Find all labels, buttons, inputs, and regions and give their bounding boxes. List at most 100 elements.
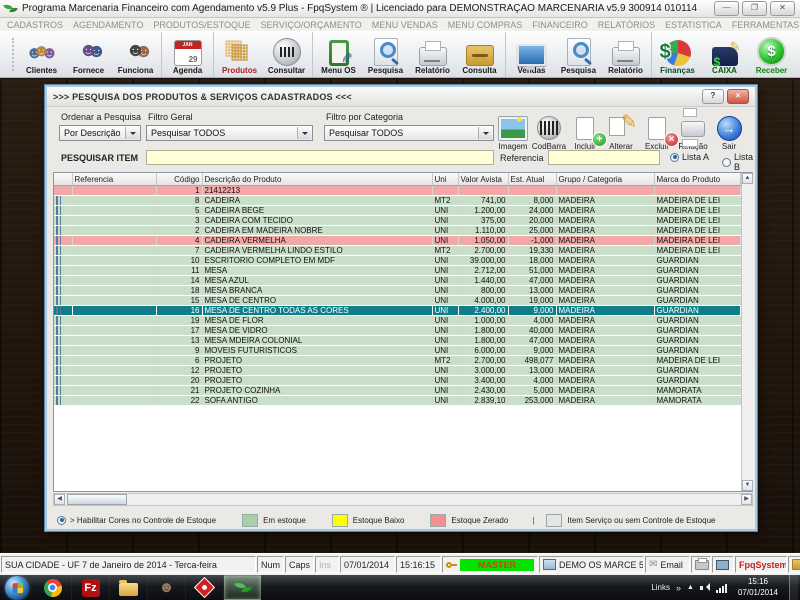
toolbar-relatorio-vendas-button[interactable]: Relatório (602, 33, 649, 76)
chevron-down-icon[interactable] (478, 127, 492, 139)
toolbar-consultar-button[interactable]: Consultar (263, 33, 310, 76)
minimize-window-button[interactable]: — (714, 1, 739, 16)
scrollbar-thumb[interactable] (67, 494, 127, 505)
toolbar-produtos-button[interactable]: Produtos (216, 33, 263, 76)
toolbar-relatorio-os-button[interactable]: Relatório (409, 33, 456, 76)
taskbar-user-app-button[interactable]: ☻ (148, 575, 186, 600)
column-header[interactable]: Grupo / Categoria (556, 173, 654, 186)
toolbar-pesquisa-vendas-button[interactable]: Pesquisa (555, 33, 602, 76)
table-row[interactable]: 13MESA MDEIRA COLONIALUNI1.800,0047,000M… (54, 336, 740, 346)
toolbar-caixa-button[interactable]: CAIXA (701, 33, 748, 76)
table-row[interactable]: 9MOVEIS FUTURISTICOSUNI6.000,009,000MADE… (54, 346, 740, 356)
table-row[interactable]: 10ESCRITORIO COMPLETO EM MDFUNI39.000,00… (54, 256, 740, 266)
menu-relat-rios[interactable]: RELATÓRIOS (593, 20, 660, 30)
table-row[interactable]: 12PROJETOUNI3.000,0013,000MADEIRAGUARDIA… (54, 366, 740, 376)
menu-menu-vendas[interactable]: MENU VENDAS (367, 20, 443, 30)
table-row[interactable]: 18MESA BRANCAUNI800,0013,000MADEIRAGUARD… (54, 286, 740, 296)
search-item-input[interactable] (146, 150, 494, 165)
general-filter-combobox[interactable]: Pesquisar TODOS (146, 125, 313, 141)
toolbar-funciona-button[interactable]: Funciona (112, 33, 159, 76)
toolbar-a-pagar-button[interactable]: A Pagar (795, 33, 800, 76)
show-desktop-button[interactable] (789, 575, 798, 600)
start-button[interactable] (5, 576, 29, 600)
column-header[interactable]: Valor Avista (458, 173, 508, 186)
table-row[interactable]: 17MESA DE VIDROUNI1.800,0040,000MADEIRAG… (54, 326, 740, 336)
scroll-left-icon[interactable]: ◀ (54, 494, 65, 505)
network-signal-icon[interactable] (716, 583, 727, 593)
table-row[interactable]: 2CADEIRA EM MADEIRA NOBREUNI1.110,0025,0… (54, 226, 740, 236)
imagem-button[interactable]: Imagem (495, 109, 531, 151)
toolbar-financas-button[interactable]: Finanças (654, 33, 701, 76)
horizontal-scrollbar[interactable]: ◀ ▶ (53, 493, 753, 506)
menu-estatistica[interactable]: ESTATISTICA (660, 20, 727, 30)
table-row[interactable]: 14MESA AZULUNI1.440,0047,000MADEIRAGUARD… (54, 276, 740, 286)
table-row[interactable]: 7CADEIRA VERMELHA LINDO ESTILOMT22.700,0… (54, 246, 740, 256)
dialog-close-button[interactable]: × (727, 89, 749, 104)
toolbar-menu-os-button[interactable]: Menu OS (315, 33, 362, 76)
sair-button[interactable]: Sair (711, 109, 747, 151)
column-header[interactable]: Est. Atual (508, 173, 556, 186)
menu-agendamento[interactable]: AGENDAMENTO (68, 20, 148, 30)
toolbar-consulta-os-button[interactable]: Consulta (456, 33, 503, 76)
toolbar-clientes-button[interactable]: Clientes (18, 33, 65, 76)
close-window-button[interactable]: ✕ (770, 1, 795, 16)
table-row[interactable]: 19MESA DE FLORUNI1.000,004,000MADEIRAGUA… (54, 316, 740, 326)
restore-window-button[interactable]: ❐ (742, 1, 767, 16)
table-row[interactable]: 121412213 (54, 186, 740, 196)
table-row[interactable]: 3CADEIRA COM TECIDOUNI375,0020,000MADEIR… (54, 216, 740, 226)
toolbar-vendas-button[interactable]: Vendas (508, 33, 555, 76)
chevron-down-icon[interactable] (125, 127, 139, 139)
column-header[interactable]: Código (156, 173, 202, 186)
menu-menu-compras[interactable]: MENU COMPRAS (443, 20, 528, 30)
table-row[interactable]: 8CADEIRAMT2741,008,000MADEIRAMADEIRA DE … (54, 196, 740, 206)
codbarra-button[interactable]: CodBarra (531, 109, 567, 151)
list-a-radio[interactable]: Lista A (670, 152, 709, 162)
column-header[interactable]: Descrição do Produto (202, 173, 432, 186)
table-row[interactable]: 4CADEIRA VERMELHAUNI1.050,00-1,000MADEIR… (54, 236, 740, 246)
relacao-button[interactable]: Relação (675, 109, 711, 151)
table-row[interactable]: 16MESA DE CENTRO TODAS AS CORESUNI2.400,… (54, 306, 740, 316)
sort-filter-combobox[interactable]: Por Descrição (59, 125, 141, 141)
menu-servi-o-or-amento[interactable]: SERVIÇO/ORÇAMENTO (256, 20, 367, 30)
list-b-radio[interactable]: Lista B (722, 152, 755, 172)
toolbar-pesquisa-os-button[interactable]: Pesquisa (362, 33, 409, 76)
column-header[interactable]: Referencia (72, 173, 156, 186)
volume-icon[interactable] (700, 583, 710, 592)
table-row[interactable]: 22SOFA ANTIGOUNI2.839,10253,000MADEIRAMA… (54, 396, 740, 406)
taskbar-filezilla-button[interactable]: Fz (72, 575, 110, 600)
table-row[interactable]: 5CADEIRA BEGEUNI1.200,0024,000MADEIRAMAD… (54, 206, 740, 216)
table-row[interactable]: 15MESA DE CENTROUNI4.000,0019,000MADEIRA… (54, 296, 740, 306)
menu-financeiro[interactable]: FINANCEIRO (527, 20, 593, 30)
toolbar-agenda-button[interactable]: Agenda (164, 33, 211, 76)
taskbar-explorer-button[interactable] (110, 575, 148, 600)
reference-input[interactable] (548, 150, 660, 165)
vertical-scrollbar[interactable]: ▲ ▼ (741, 173, 754, 491)
menu-produtos-estoque[interactable]: PRODUTOS/ESTOQUE (148, 20, 255, 30)
column-header[interactable]: Marca do Produto (654, 173, 740, 186)
table-row[interactable]: 20PROJETOUNI3.400,004,000MADEIRAGUARDIAN (54, 376, 740, 386)
scroll-up-icon[interactable]: ▲ (742, 173, 753, 184)
toolbar-fornece-button[interactable]: Fornece (65, 33, 112, 76)
category-filter-combobox[interactable]: Pesquisar TODOS (324, 125, 494, 141)
scroll-down-icon[interactable]: ▼ (742, 480, 753, 491)
menu-cadastros[interactable]: CADASTROS (2, 20, 68, 30)
dialog-titlebar[interactable]: >>> PESQUISA DOS PRODUTOS & SERVIÇOS CAD… (47, 87, 755, 107)
column-header[interactable]: Uni (432, 173, 458, 186)
links-chevron-icon[interactable]: » (676, 583, 681, 593)
taskbar-chrome-button[interactable] (34, 575, 72, 600)
dialog-help-button[interactable]: ? (702, 89, 724, 104)
excluir-button[interactable]: Excluir (639, 109, 675, 151)
chevron-down-icon[interactable] (297, 127, 311, 139)
menu-ferramentas[interactable]: FERRAMENTAS (727, 20, 800, 30)
alterar-button[interactable]: Alterar (603, 109, 639, 151)
links-label[interactable]: Links (651, 583, 670, 592)
taskbar-fpqsystem-button[interactable] (224, 575, 261, 600)
column-header[interactable] (54, 173, 72, 186)
table-row[interactable]: 11MESAUNI2.712,0051,000MADEIRAGUARDIAN (54, 266, 740, 276)
table-row[interactable]: 21PROJETO COZINHAUNI2.430,005,000MADEIRA… (54, 386, 740, 396)
taskbar-irfanview-button[interactable] (186, 575, 224, 600)
taskbar-clock[interactable]: 15:16 07/01/2014 (733, 577, 783, 598)
incluir-button[interactable]: Incluir (567, 109, 603, 151)
enable-colors-toggle[interactable]: > Habilitar Cores no Controle de Estoque (57, 516, 216, 525)
table-row[interactable]: 6PROJETOMT22.700,00498,077MADEIRAMADEIRA… (54, 356, 740, 366)
